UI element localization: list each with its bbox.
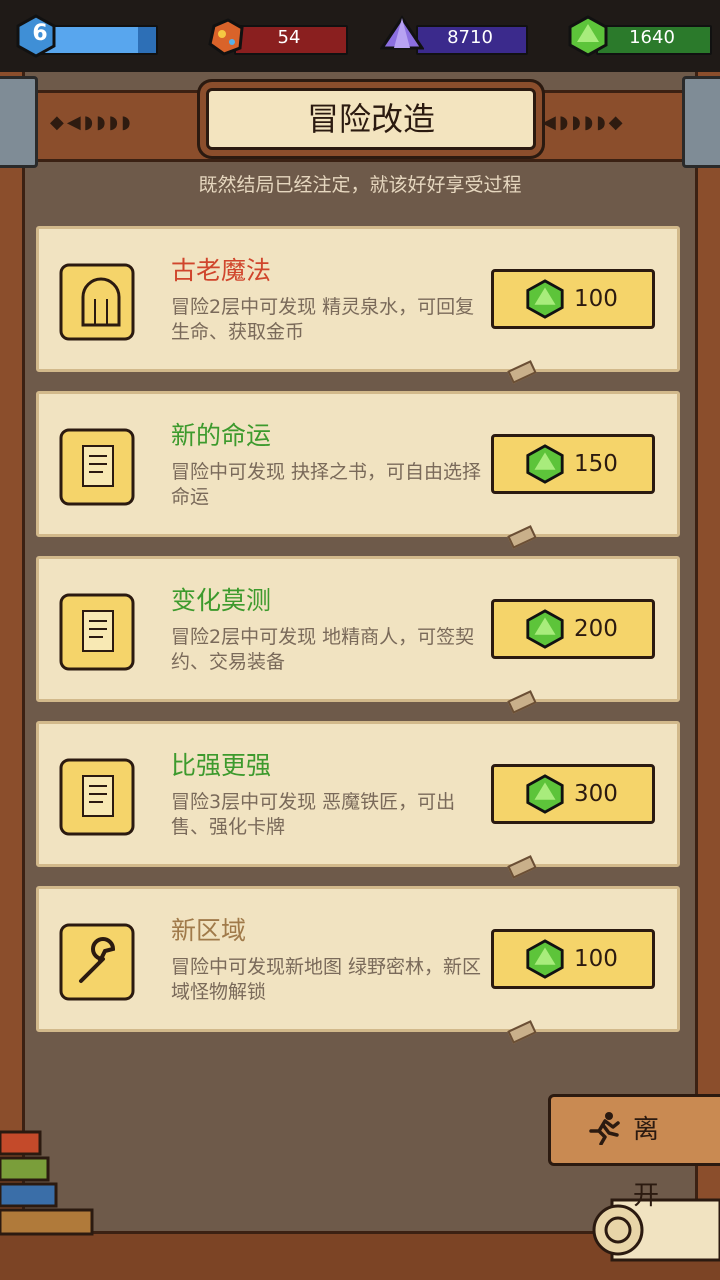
buy-price: 300 [574,781,618,807]
document-scroll-icon [59,758,135,836]
upgrade-description: 冒险2层中可发现 地精商人，可签契约、交易装备 [171,626,475,673]
buy-price: 200 [574,616,618,642]
upgrade-name: 新区域 [171,916,247,945]
wrench-scroll-icon [59,923,135,1001]
purple-crystal-icon [380,15,424,50]
upgrade-description: 冒险中可发现新地图 绿野密林，新区域怪物解锁 [171,956,482,1003]
page-subtitle: 既然结局已经注定，就该好好享受过程 [198,174,522,196]
buy-price: 100 [574,946,618,972]
upgrade-card: 新区域 冒险中可发现新地图 绿野密林，新区域怪物解锁 100 [36,886,680,1044]
gem-value: 1640 [629,27,675,48]
level-indicator: 6 [14,14,164,58]
upgrade-card: 比强更强 冒险3层中可发现 恶魔铁匠，可出售、强化卡牌 300 [36,721,680,879]
buy-button[interactable]: 300 [491,764,655,824]
ore-counter: 54 [204,18,349,56]
page-title: 冒险改造 [306,100,435,138]
gate-scroll-icon [59,263,135,341]
beam-ornament-left: ◆◀◗◗◗◗ [50,112,134,133]
upgrade-card: 变化莫测 冒险2层中可发现 地精商人，可签契约、交易装备 200 [36,556,680,714]
upgrade-name: 变化莫测 [171,586,272,615]
upgrade-card: 古老魔法 冒险2层中可发现 精灵泉水，可回复生命、获取金币 100 [36,226,680,384]
green-gem-icon [526,609,564,649]
upgrade-description: 冒险中可发现 抉择之书，可自由选择命运 [171,461,482,508]
upgrade-name: 比强更强 [171,751,272,780]
ore-icon [208,18,244,56]
upgrade-card: 新的命运 冒险中可发现 抉择之书，可自由选择命运 150 [36,391,680,549]
crystal-counter: 8710 [380,15,530,55]
gem-counter: 1640 [566,15,712,57]
buy-button[interactable]: 100 [491,929,655,989]
leave-button[interactable]: 离 开 [548,1094,720,1211]
upgrade-name: 古老魔法 [171,256,272,285]
level-value: 6 [32,21,48,46]
resource-bar: 6 54 8710 1640 [0,0,720,72]
upgrade-name: 新的命运 [171,421,272,450]
crystal-value: 8710 [447,27,493,48]
buy-price: 150 [574,451,618,477]
corner-plate-right [682,76,720,168]
buy-button[interactable]: 100 [491,269,655,329]
corner-plate-left [0,76,38,168]
title-plate: 冒险改造 [206,88,536,150]
beam-ornament-right: ◀◗◗◗◗◆ [542,112,626,133]
green-gem-icon [568,15,608,57]
upgrade-description: 冒险3层中可发现 恶魔铁匠，可出售、强化卡牌 [171,791,456,838]
green-gem-icon [526,939,564,979]
buy-price: 100 [574,286,618,312]
green-gem-icon [526,774,564,814]
book-stack-icon [0,1130,94,1236]
document-scroll-icon [59,428,135,506]
frame-left-post [0,72,25,1280]
green-gem-icon [526,279,564,319]
running-man-icon [589,1112,620,1145]
leave-button-label: 离 开 [633,1115,672,1211]
document-scroll-icon [59,593,135,671]
buy-button[interactable]: 150 [491,434,655,494]
ore-value: 54 [277,27,301,48]
green-gem-icon [526,444,564,484]
upgrade-description: 冒险2层中可发现 精灵泉水，可回复生命、获取金币 [171,296,475,343]
buy-button[interactable]: 200 [491,599,655,659]
